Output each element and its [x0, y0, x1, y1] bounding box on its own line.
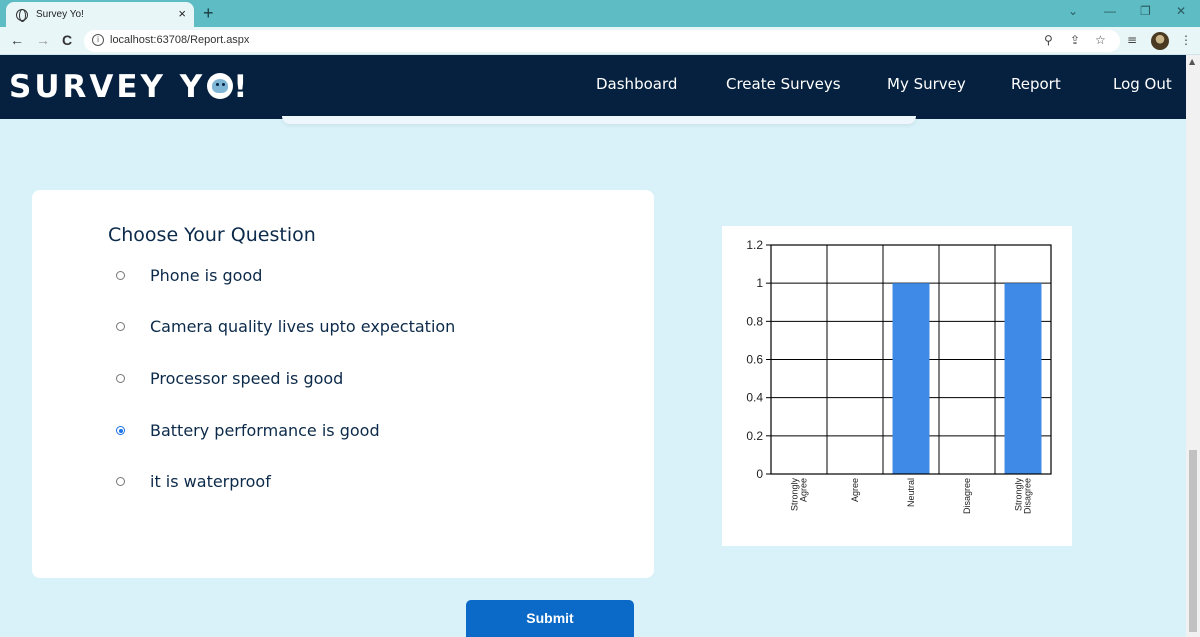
nav-report[interactable]: Report	[1011, 75, 1061, 93]
page-scrollbar[interactable]: ▲	[1186, 55, 1200, 637]
new-tab-button[interactable]: +	[203, 3, 214, 24]
x-category-label: Agree	[850, 478, 860, 502]
browser-toolbar: ← → C i localhost:63708/Report.aspx ⚲ ⇪ …	[0, 27, 1200, 55]
nav-create-surveys[interactable]: Create Surveys	[726, 75, 841, 93]
url-text[interactable]: localhost:63708/Report.aspx	[110, 34, 249, 46]
forward-arrow-icon[interactable]: →	[36, 32, 50, 48]
y-tick-label: 0.4	[746, 391, 763, 405]
logo-suffix: !	[233, 69, 251, 105]
x-category-label: Disagree	[962, 478, 972, 514]
question-radio[interactable]	[116, 322, 125, 331]
site-header: SURVEY Y! Dashboard Create Surveys My Su…	[0, 55, 1186, 119]
question-option[interactable]: Phone is good	[116, 266, 262, 285]
question-radio[interactable]	[116, 477, 125, 486]
question-option[interactable]: Processor speed is good	[116, 369, 343, 388]
nav-log-out[interactable]: Log Out	[1113, 75, 1172, 93]
nav-my-survey[interactable]: My Survey	[887, 75, 966, 93]
question-card-title: Choose Your Question	[108, 224, 316, 246]
question-radio[interactable]	[116, 271, 125, 280]
y-tick-label: 0.6	[746, 353, 763, 367]
restore-button[interactable]: ❐	[1140, 4, 1151, 18]
question-radio[interactable]	[116, 374, 125, 383]
profile-avatar[interactable]	[1151, 32, 1169, 50]
logo-mascot-icon	[207, 73, 234, 99]
browser-tab-bar: Survey Yo! × + ⌄ — ❐ ✕	[0, 0, 1200, 27]
tab-search-chevron-icon[interactable]: ⌄	[1068, 4, 1078, 18]
nav-dashboard[interactable]: Dashboard	[596, 75, 677, 93]
bar-chart: 0 0.2 0.4 0.6 0.8 1 1.2 StronglyAgree Agree Neutr…	[746, 238, 1052, 515]
chart-bar	[1004, 283, 1042, 474]
minimize-button[interactable]: —	[1104, 4, 1116, 18]
zoom-icon[interactable]: ⚲	[1044, 33, 1053, 47]
question-card: Choose Your Question Phone is good Camera…	[32, 190, 654, 578]
reload-icon[interactable]: C	[62, 32, 72, 48]
chart-bar	[892, 283, 930, 474]
tab-title: Survey Yo!	[36, 9, 84, 20]
question-option[interactable]: Camera quality lives upto expectation	[116, 317, 455, 336]
y-tick-label: 0.8	[746, 314, 763, 328]
scroll-thumb[interactable]	[1189, 450, 1197, 632]
question-option-label: Battery performance is good	[150, 421, 380, 440]
site-info-icon[interactable]: i	[92, 34, 104, 46]
logo[interactable]: SURVEY Y!	[9, 69, 250, 105]
previous-card-edge	[282, 116, 916, 124]
question-option-label: Processor speed is good	[150, 369, 344, 388]
question-option-label: it is waterproof	[150, 472, 271, 491]
x-category-label: StronglyAgree	[790, 478, 809, 512]
question-option[interactable]: Battery performance is good	[116, 421, 380, 440]
globe-icon	[16, 8, 28, 22]
logo-text: SURVEY Y	[9, 69, 206, 105]
playlist-icon[interactable]: ≡	[1127, 33, 1137, 47]
address-bar[interactable]: i localhost:63708/Report.aspx ⚲ ⇪ ☆	[84, 30, 1120, 52]
y-tick-label: 0.2	[746, 429, 763, 443]
x-category-label: Neutral	[906, 478, 916, 507]
back-arrow-icon[interactable]: ←	[10, 32, 24, 48]
submit-button[interactable]: Submit	[466, 600, 634, 637]
tab-close-icon[interactable]: ×	[178, 6, 186, 21]
scroll-up-arrow-icon[interactable]: ▲	[1189, 57, 1195, 66]
window-close-button[interactable]: ✕	[1176, 4, 1186, 18]
question-option[interactable]: it is waterproof	[116, 472, 271, 491]
share-icon[interactable]: ⇪	[1070, 33, 1080, 47]
y-tick-label: 0	[756, 467, 763, 481]
y-tick-label: 1	[756, 276, 763, 290]
question-radio[interactable]	[116, 426, 125, 435]
browser-menu-icon[interactable]: ⋮	[1180, 33, 1192, 47]
report-chart: 0 0.2 0.4 0.6 0.8 1 1.2 StronglyAgree Agree Neutr…	[722, 226, 1072, 546]
x-category-label: StronglyDisagree	[1014, 478, 1033, 515]
bookmark-star-icon[interactable]: ☆	[1095, 33, 1106, 47]
question-option-label: Camera quality lives upto expectation	[150, 317, 456, 336]
question-option-label: Phone is good	[150, 266, 263, 285]
browser-tab[interactable]: Survey Yo! ×	[6, 2, 194, 27]
y-tick-label: 1.2	[746, 238, 763, 252]
